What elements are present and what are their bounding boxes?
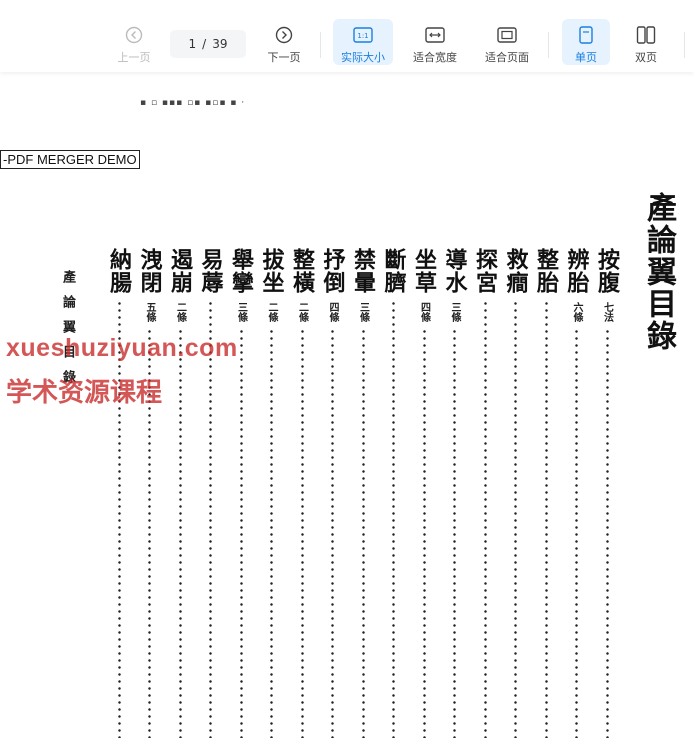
toc-entry-name: 坐草 (411, 248, 437, 294)
fit-width-icon (425, 25, 445, 45)
double-page-icon (636, 25, 656, 45)
chevron-right-circle-icon (274, 25, 294, 45)
dot-leader (453, 328, 456, 738)
toc-entry: 整胎 (533, 248, 559, 738)
dot-leader (117, 300, 121, 738)
prev-page-button[interactable]: 上一页 (112, 19, 156, 65)
toc-entry: 舉攣 三條 (228, 248, 254, 738)
watermark-text: 学术资源课程 (6, 378, 163, 408)
fit-page-button[interactable]: 适合页面 (480, 19, 534, 65)
toc-title: 產論翼目錄 (641, 192, 676, 352)
page-number-field[interactable]: 1 / 39 (170, 30, 246, 58)
dot-leader (270, 328, 273, 738)
toc-entry-name: 拔坐 (258, 248, 285, 294)
chevron-left-circle-icon (124, 25, 144, 45)
toc-entry-count: 二條 (174, 302, 186, 322)
toc-entry-name: 遏崩 (167, 248, 193, 294)
actual-size-label: 实际大小 (341, 51, 385, 64)
toc-entry-count: 四條 (418, 302, 430, 322)
toc-entry-name: 辨胎 (563, 248, 590, 294)
toc-entry: 按腹 七法 (594, 248, 620, 738)
toc-entry-count: 三條 (357, 302, 369, 322)
pdf-merger-stamp: -PDF MERGER DEMO (0, 150, 140, 169)
fit-width-button[interactable]: 适合宽度 (408, 19, 462, 65)
dot-leader (605, 328, 609, 738)
dot-leader (392, 300, 395, 738)
single-page-icon (576, 25, 596, 45)
toc-entry-name: 洩閉 (136, 248, 163, 294)
page-separator: / (202, 37, 207, 51)
toc-entry-name: 抒倒 (319, 248, 346, 294)
actual-size-button[interactable]: 1:1 实际大小 (333, 19, 393, 65)
toolbar-divider (548, 32, 549, 58)
toc-entry: 抒倒 四條 (320, 248, 346, 738)
toc-entry-count: 五條 (144, 302, 155, 322)
dot-leader (331, 328, 334, 738)
dot-leader (209, 300, 212, 738)
toc-entry-name: 納腸 (106, 248, 132, 294)
page-total: 39 (212, 37, 228, 51)
toc-entry: 斷臍 (381, 248, 407, 738)
toc-entry: 遏崩 二條 (167, 248, 193, 738)
prev-page-label: 上一页 (117, 51, 151, 64)
toc-entry: 洩閉 五條 (137, 248, 163, 738)
dot-leader (422, 328, 426, 738)
toc-entry: 探宮 (472, 248, 498, 738)
toc-entry-count: 六條 (571, 302, 582, 322)
toc-entry: 禁暈 三條 (350, 248, 376, 738)
dot-leader (239, 328, 243, 738)
toolbar-divider (320, 32, 321, 58)
toc-entry-count: 七法 (601, 302, 613, 322)
toc-entry-count: 二條 (266, 302, 277, 322)
toc-entry: 易蓐 (198, 248, 224, 738)
viewer-toolbar: 上一页 1 / 39 下一页 1:1 实际大小 适合宽度 适合页面 单页 双页 (0, 0, 694, 72)
page-current[interactable]: 1 (189, 37, 197, 51)
dot-leader (575, 328, 578, 738)
toc-entry-name: 舉攣 (228, 248, 254, 294)
toc-entry: 整橫 二條 (289, 248, 315, 738)
toc-entry-name: 整橫 (289, 248, 315, 294)
dot-leader (300, 328, 304, 738)
scan-artifact: ▪ ▫ ▪▪▪ ▫▪ ▪▫▪ ▪ · (140, 98, 246, 108)
dot-leader (514, 300, 517, 738)
toc-entry: 導水 三條 (442, 248, 468, 738)
double-page-button[interactable]: 双页 (622, 19, 670, 65)
actual-size-icon: 1:1 (353, 25, 373, 45)
dot-leader (483, 300, 487, 738)
dot-leader (361, 328, 365, 738)
toc-entry-name: 易蓐 (197, 248, 224, 294)
toc-entry-count: 二條 (296, 302, 308, 322)
fit-page-icon (497, 25, 517, 45)
toc-entry-name: 斷臍 (380, 248, 407, 294)
dot-leader (178, 328, 182, 738)
fit-width-label: 适合宽度 (413, 51, 457, 64)
toc-entry-name: 導水 (441, 248, 468, 294)
svg-text:1:1: 1:1 (357, 32, 368, 40)
single-page-label: 单页 (575, 51, 597, 64)
double-page-label: 双页 (635, 51, 657, 64)
toc-entry-count: 三條 (235, 302, 247, 322)
toc-entry-name: 探宮 (472, 248, 498, 294)
toc-entry-name: 整胎 (533, 248, 559, 294)
toc-entry: 辨胎 六條 (564, 248, 590, 738)
toc-entry-name: 禁暈 (350, 248, 376, 294)
next-page-label: 下一页 (267, 51, 301, 64)
toc-entry-count: 三條 (449, 302, 460, 322)
fit-page-label: 适合页面 (485, 51, 529, 64)
toc-entry-count: 四條 (327, 302, 338, 322)
toolbar-divider (684, 32, 685, 58)
toc-entry: 救癎 (503, 248, 529, 738)
single-page-button[interactable]: 单页 (562, 19, 610, 65)
toc-entry: 坐草 四條 (411, 248, 437, 738)
dot-leader (544, 300, 548, 738)
toc-entry: 納腸 (106, 248, 132, 738)
watermark-url: xueshuziyuan.com (6, 334, 238, 362)
toc-entry-name: 按腹 (594, 248, 620, 294)
toc-entry-name: 救癎 (502, 248, 529, 294)
next-page-button[interactable]: 下一页 (262, 19, 306, 65)
toc-entry: 拔坐 二條 (259, 248, 285, 738)
